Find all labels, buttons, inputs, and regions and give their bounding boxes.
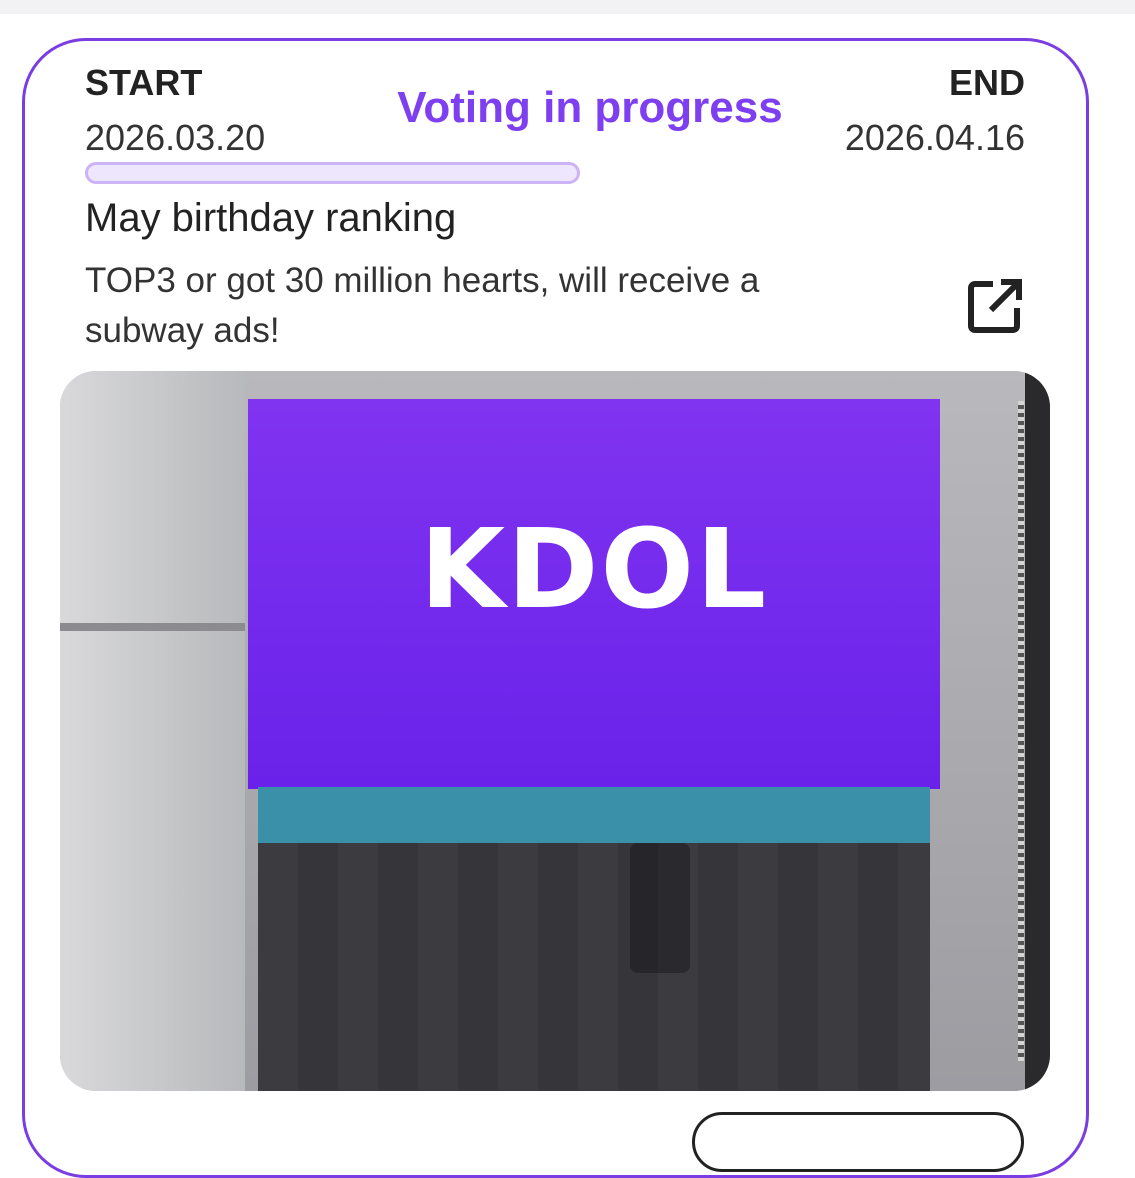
- start-label: START: [85, 62, 203, 103]
- vote-progress-bar: [85, 162, 580, 184]
- ad-screen-reflection: [258, 843, 930, 1091]
- reflection-figure: [630, 843, 690, 973]
- open-in-new-icon: [968, 279, 1022, 333]
- voting-status: Voting in progress: [397, 83, 783, 132]
- start-date: 2026.03.20: [85, 117, 266, 158]
- wall-lights: [1018, 401, 1024, 1061]
- vote-description: TOP3 or got 30 million hearts, will rece…: [85, 261, 760, 350]
- vote-title: May birthday ranking: [85, 196, 457, 240]
- subway-ad-image: KDOL: [60, 371, 1050, 1091]
- ad-screen: KDOL: [248, 399, 940, 789]
- end-date: 2026.04.16: [844, 117, 1025, 158]
- ad-screen-stripe: [258, 787, 930, 843]
- wall-right: [1025, 371, 1050, 1091]
- wall-left: [60, 371, 245, 1091]
- top-strip: [0, 0, 1135, 14]
- end-label: END: [948, 62, 1025, 103]
- wall-seam: [60, 623, 245, 631]
- open-in-new-button[interactable]: [965, 276, 1025, 336]
- vote-action-button[interactable]: [692, 1112, 1024, 1172]
- kdol-logo: KDOL: [419, 505, 769, 633]
